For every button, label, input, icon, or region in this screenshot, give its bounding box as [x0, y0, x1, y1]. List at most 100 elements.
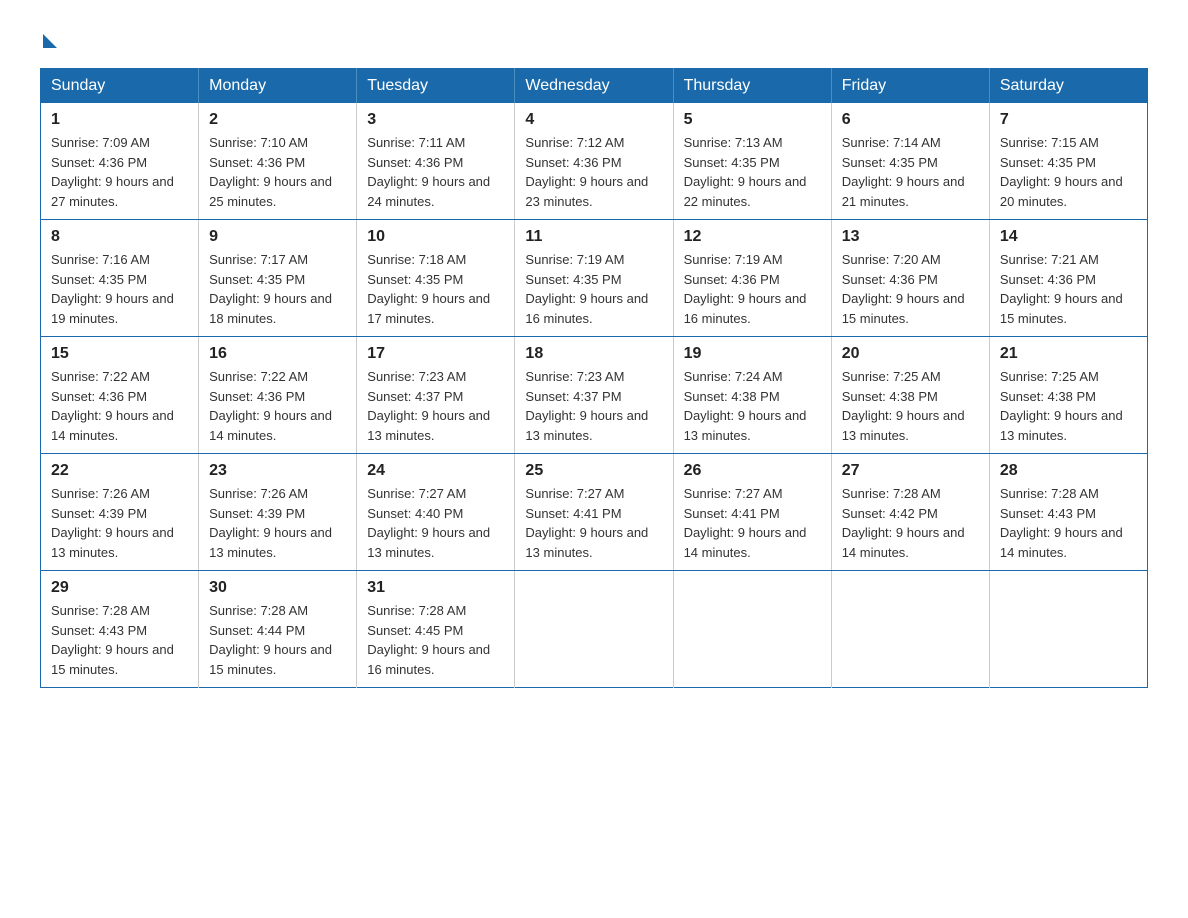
- daylight-label: Daylight: 9 hours and 16 minutes.: [367, 642, 490, 677]
- day-info: Sunrise: 7:25 AM Sunset: 4:38 PM Dayligh…: [1000, 367, 1137, 445]
- sunset-label: Sunset: 4:40 PM: [367, 506, 463, 521]
- sunset-label: Sunset: 4:35 PM: [842, 155, 938, 170]
- day-info: Sunrise: 7:28 AM Sunset: 4:43 PM Dayligh…: [1000, 484, 1137, 562]
- day-info: Sunrise: 7:22 AM Sunset: 4:36 PM Dayligh…: [209, 367, 346, 445]
- day-number: 21: [1000, 345, 1137, 363]
- sunrise-label: Sunrise: 7:09 AM: [51, 135, 150, 150]
- day-info: Sunrise: 7:27 AM Sunset: 4:40 PM Dayligh…: [367, 484, 504, 562]
- daylight-label: Daylight: 9 hours and 18 minutes.: [209, 291, 332, 326]
- sunset-label: Sunset: 4:37 PM: [367, 389, 463, 404]
- sunset-label: Sunset: 4:39 PM: [51, 506, 147, 521]
- sunrise-label: Sunrise: 7:26 AM: [209, 486, 308, 501]
- sunset-label: Sunset: 4:45 PM: [367, 623, 463, 638]
- table-row: 4 Sunrise: 7:12 AM Sunset: 4:36 PM Dayli…: [515, 103, 673, 220]
- day-number: 4: [525, 111, 662, 129]
- day-number: 19: [684, 345, 821, 363]
- logo-arrow-icon: [43, 34, 57, 48]
- day-info: Sunrise: 7:19 AM Sunset: 4:35 PM Dayligh…: [525, 250, 662, 328]
- day-info: Sunrise: 7:28 AM Sunset: 4:44 PM Dayligh…: [209, 601, 346, 679]
- day-info: Sunrise: 7:21 AM Sunset: 4:36 PM Dayligh…: [1000, 250, 1137, 328]
- table-row: 15 Sunrise: 7:22 AM Sunset: 4:36 PM Dayl…: [41, 337, 199, 454]
- sunset-label: Sunset: 4:41 PM: [684, 506, 780, 521]
- sunset-label: Sunset: 4:36 PM: [842, 272, 938, 287]
- table-row: 23 Sunrise: 7:26 AM Sunset: 4:39 PM Dayl…: [199, 454, 357, 571]
- table-row: 27 Sunrise: 7:28 AM Sunset: 4:42 PM Dayl…: [831, 454, 989, 571]
- sunrise-label: Sunrise: 7:22 AM: [209, 369, 308, 384]
- day-number: 6: [842, 111, 979, 129]
- sunset-label: Sunset: 4:39 PM: [209, 506, 305, 521]
- day-info: Sunrise: 7:23 AM Sunset: 4:37 PM Dayligh…: [525, 367, 662, 445]
- day-number: 14: [1000, 228, 1137, 246]
- table-row: 28 Sunrise: 7:28 AM Sunset: 4:43 PM Dayl…: [989, 454, 1147, 571]
- calendar-week-row: 15 Sunrise: 7:22 AM Sunset: 4:36 PM Dayl…: [41, 337, 1148, 454]
- day-number: 9: [209, 228, 346, 246]
- daylight-label: Daylight: 9 hours and 13 minutes.: [209, 525, 332, 560]
- table-row: 21 Sunrise: 7:25 AM Sunset: 4:38 PM Dayl…: [989, 337, 1147, 454]
- calendar-week-row: 29 Sunrise: 7:28 AM Sunset: 4:43 PM Dayl…: [41, 571, 1148, 688]
- table-row: 31 Sunrise: 7:28 AM Sunset: 4:45 PM Dayl…: [357, 571, 515, 688]
- daylight-label: Daylight: 9 hours and 16 minutes.: [684, 291, 807, 326]
- day-number: 25: [525, 462, 662, 480]
- sunset-label: Sunset: 4:41 PM: [525, 506, 621, 521]
- header-monday: Monday: [199, 69, 357, 104]
- table-row: 20 Sunrise: 7:25 AM Sunset: 4:38 PM Dayl…: [831, 337, 989, 454]
- table-row: 13 Sunrise: 7:20 AM Sunset: 4:36 PM Dayl…: [831, 220, 989, 337]
- day-number: 7: [1000, 111, 1137, 129]
- sunrise-label: Sunrise: 7:23 AM: [525, 369, 624, 384]
- day-info: Sunrise: 7:16 AM Sunset: 4:35 PM Dayligh…: [51, 250, 188, 328]
- day-number: 20: [842, 345, 979, 363]
- sunset-label: Sunset: 4:35 PM: [51, 272, 147, 287]
- sunset-label: Sunset: 4:38 PM: [684, 389, 780, 404]
- table-row: 9 Sunrise: 7:17 AM Sunset: 4:35 PM Dayli…: [199, 220, 357, 337]
- logo: [40, 30, 61, 48]
- sunrise-label: Sunrise: 7:28 AM: [367, 603, 466, 618]
- daylight-label: Daylight: 9 hours and 15 minutes.: [51, 642, 174, 677]
- daylight-label: Daylight: 9 hours and 24 minutes.: [367, 174, 490, 209]
- day-number: 13: [842, 228, 979, 246]
- daylight-label: Daylight: 9 hours and 13 minutes.: [1000, 408, 1123, 443]
- daylight-label: Daylight: 9 hours and 13 minutes.: [367, 525, 490, 560]
- table-row: [831, 571, 989, 688]
- day-info: Sunrise: 7:17 AM Sunset: 4:35 PM Dayligh…: [209, 250, 346, 328]
- sunset-label: Sunset: 4:36 PM: [209, 155, 305, 170]
- daylight-label: Daylight: 9 hours and 14 minutes.: [51, 408, 174, 443]
- daylight-label: Daylight: 9 hours and 20 minutes.: [1000, 174, 1123, 209]
- table-row: 29 Sunrise: 7:28 AM Sunset: 4:43 PM Dayl…: [41, 571, 199, 688]
- sunrise-label: Sunrise: 7:26 AM: [51, 486, 150, 501]
- daylight-label: Daylight: 9 hours and 21 minutes.: [842, 174, 965, 209]
- day-info: Sunrise: 7:23 AM Sunset: 4:37 PM Dayligh…: [367, 367, 504, 445]
- calendar-week-row: 1 Sunrise: 7:09 AM Sunset: 4:36 PM Dayli…: [41, 103, 1148, 220]
- sunrise-label: Sunrise: 7:13 AM: [684, 135, 783, 150]
- day-number: 29: [51, 579, 188, 597]
- day-info: Sunrise: 7:10 AM Sunset: 4:36 PM Dayligh…: [209, 133, 346, 211]
- day-number: 1: [51, 111, 188, 129]
- sunset-label: Sunset: 4:36 PM: [209, 389, 305, 404]
- table-row: 14 Sunrise: 7:21 AM Sunset: 4:36 PM Dayl…: [989, 220, 1147, 337]
- day-info: Sunrise: 7:22 AM Sunset: 4:36 PM Dayligh…: [51, 367, 188, 445]
- sunset-label: Sunset: 4:35 PM: [684, 155, 780, 170]
- day-info: Sunrise: 7:28 AM Sunset: 4:45 PM Dayligh…: [367, 601, 504, 679]
- day-info: Sunrise: 7:19 AM Sunset: 4:36 PM Dayligh…: [684, 250, 821, 328]
- table-row: 3 Sunrise: 7:11 AM Sunset: 4:36 PM Dayli…: [357, 103, 515, 220]
- daylight-label: Daylight: 9 hours and 13 minutes.: [525, 525, 648, 560]
- daylight-label: Daylight: 9 hours and 15 minutes.: [1000, 291, 1123, 326]
- day-number: 28: [1000, 462, 1137, 480]
- day-number: 23: [209, 462, 346, 480]
- sunrise-label: Sunrise: 7:17 AM: [209, 252, 308, 267]
- day-info: Sunrise: 7:26 AM Sunset: 4:39 PM Dayligh…: [209, 484, 346, 562]
- table-row: 6 Sunrise: 7:14 AM Sunset: 4:35 PM Dayli…: [831, 103, 989, 220]
- daylight-label: Daylight: 9 hours and 22 minutes.: [684, 174, 807, 209]
- day-number: 11: [525, 228, 662, 246]
- day-info: Sunrise: 7:27 AM Sunset: 4:41 PM Dayligh…: [525, 484, 662, 562]
- header-wednesday: Wednesday: [515, 69, 673, 104]
- sunrise-label: Sunrise: 7:16 AM: [51, 252, 150, 267]
- sunrise-label: Sunrise: 7:25 AM: [1000, 369, 1099, 384]
- sunset-label: Sunset: 4:44 PM: [209, 623, 305, 638]
- day-info: Sunrise: 7:14 AM Sunset: 4:35 PM Dayligh…: [842, 133, 979, 211]
- sunrise-label: Sunrise: 7:14 AM: [842, 135, 941, 150]
- calendar-week-row: 8 Sunrise: 7:16 AM Sunset: 4:35 PM Dayli…: [41, 220, 1148, 337]
- sunrise-label: Sunrise: 7:21 AM: [1000, 252, 1099, 267]
- daylight-label: Daylight: 9 hours and 14 minutes.: [1000, 525, 1123, 560]
- sunrise-label: Sunrise: 7:11 AM: [367, 135, 465, 150]
- table-row: 18 Sunrise: 7:23 AM Sunset: 4:37 PM Dayl…: [515, 337, 673, 454]
